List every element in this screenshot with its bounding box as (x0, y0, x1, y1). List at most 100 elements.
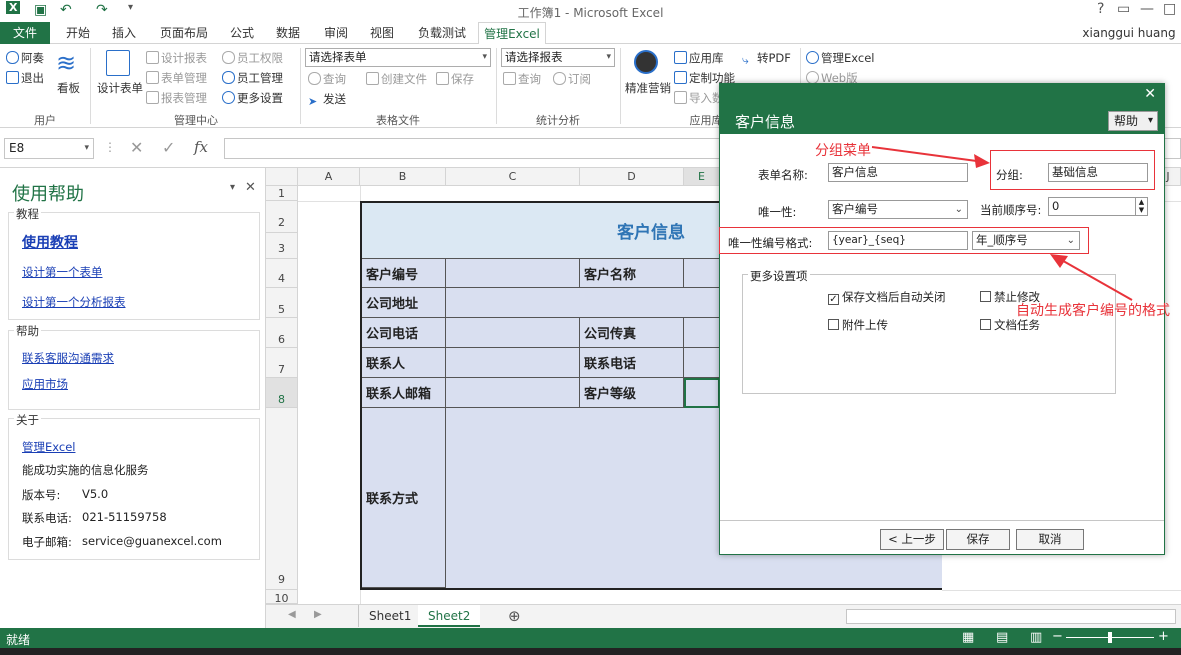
row-header-7[interactable]: 7 (266, 348, 298, 378)
user-account-button[interactable]: 阿奏 (6, 50, 44, 66)
row-header-8[interactable]: 8 (266, 378, 298, 408)
cell-label-cust-name[interactable]: 客户名称 (580, 259, 684, 288)
stats-query-button[interactable]: 查询 (503, 71, 541, 87)
save-file-button[interactable]: 保存 (436, 71, 474, 87)
cell-level-selected[interactable] (684, 378, 720, 408)
sheet-tab-1[interactable]: Sheet1 (358, 605, 423, 627)
tab-home[interactable]: 开始 (58, 22, 98, 44)
report-select[interactable]: 请选择报表 ▾ (501, 48, 615, 67)
checkbox-auto-close[interactable]: ✓ 保存文档后自动关闭 (828, 289, 946, 305)
report-manage-button[interactable]: 报表管理 (146, 90, 207, 106)
employee-manage-button[interactable]: 员工管理 (222, 70, 283, 86)
sheet-tab-2[interactable]: Sheet2 (418, 605, 481, 627)
help-link-market[interactable]: 应用市场 (22, 376, 68, 392)
add-sheet-icon[interactable]: ⊕ (508, 607, 521, 625)
maximize-icon[interactable]: □ (1163, 1, 1176, 17)
wifi-board-icon[interactable]: ≋ (56, 50, 82, 78)
board-button[interactable]: 看板 (57, 80, 80, 96)
import-button[interactable]: 导入数 (674, 90, 724, 106)
cell-label-address[interactable]: 公司地址 (362, 288, 446, 318)
column-header-c[interactable]: C (446, 168, 580, 186)
horizontal-scrollbar[interactable] (846, 609, 1176, 624)
fx-icon[interactable]: fx (194, 138, 208, 156)
manage-excel-button[interactable]: 管理Excel (806, 50, 874, 66)
tab-formulas[interactable]: 公式 (222, 22, 262, 44)
tutorial-link-first-report[interactable]: 设计第一个分析报表 (22, 294, 126, 310)
employee-permission-button[interactable]: 员工权限 (222, 50, 283, 66)
tab-file[interactable]: 文件 (0, 22, 50, 44)
create-file-button[interactable]: 创建文件 (366, 71, 427, 87)
subscribe-button[interactable]: 订阅 (553, 71, 591, 87)
dialog-help-button[interactable]: 帮助 ▾ (1108, 111, 1158, 131)
confirm-entry-icon[interactable]: ✓ (162, 138, 175, 157)
cell-label-fax[interactable]: 公司传真 (580, 318, 684, 348)
sheet-prev-icon[interactable]: ◀ (288, 609, 296, 620)
tutorial-main-link[interactable]: 使用教程 (22, 232, 78, 252)
ribbon-display-icon[interactable]: ▭ (1117, 1, 1130, 17)
user-name[interactable]: xianggui huang (1080, 22, 1178, 44)
prev-step-button[interactable]: < 上一步 (880, 529, 944, 550)
row-header-3[interactable]: 3 (266, 233, 298, 259)
cell-contact[interactable] (446, 348, 580, 378)
select-all-corner[interactable] (266, 168, 298, 186)
tab-view[interactable]: 视图 (362, 22, 402, 44)
app-library-button[interactable]: 应用库 (674, 50, 724, 66)
tab-manage-excel[interactable]: 管理Excel (478, 22, 546, 45)
row-header-5[interactable]: 5 (266, 288, 298, 318)
about-link-excel[interactable]: 管理Excel (22, 439, 75, 455)
cell-label-contact-method[interactable]: 联系方式 (362, 408, 446, 588)
save-button[interactable]: 保存 (946, 529, 1010, 550)
column-header-b[interactable]: B (360, 168, 446, 186)
row-header-10[interactable]: 10 (266, 590, 298, 604)
cell-label-contact-phone[interactable]: 联系电话 (580, 348, 684, 378)
cell-label-contact[interactable]: 联系人 (362, 348, 446, 378)
help-link-contact[interactable]: 联系客服沟通需求 (22, 350, 114, 366)
column-header-a[interactable]: A (298, 168, 360, 186)
row-header-9[interactable]: 9 (266, 408, 298, 590)
name-box[interactable]: E8 ▾ (4, 138, 94, 159)
zoom-out-icon[interactable]: − (1052, 629, 1063, 644)
cell-cust-no[interactable] (446, 259, 580, 288)
tab-page-layout[interactable]: 页面布局 (152, 22, 216, 44)
row-header-6[interactable]: 6 (266, 318, 298, 348)
send-button[interactable]: ➤ 发送 (308, 91, 346, 108)
cancel-button[interactable]: 取消 (1016, 529, 1084, 550)
seq-spinner-icon[interactable]: ▲ ▼ (1135, 198, 1147, 215)
cell-label-phone[interactable]: 公司电话 (362, 318, 446, 348)
design-form-button[interactable]: 设计表单 (97, 80, 143, 96)
to-pdf-button[interactable]: ⤷ 转PDF (742, 50, 791, 67)
more-settings-button[interactable]: 更多设置 (222, 90, 283, 106)
column-header-d[interactable]: D (580, 168, 684, 186)
row-header-1[interactable]: 1 (266, 186, 298, 201)
close-icon[interactable]: ✕ (1144, 86, 1156, 102)
page-break-view-icon[interactable]: ▥ (1030, 630, 1042, 645)
help-question-icon[interactable]: ? (1097, 1, 1104, 17)
sheet-next-icon[interactable]: ▶ (314, 609, 322, 620)
form-select[interactable]: 请选择表单 ▾ (305, 48, 491, 67)
cell-email[interactable] (446, 378, 580, 408)
checkbox-attachment[interactable]: 附件上传 (828, 317, 888, 333)
row-header-4[interactable]: 4 (266, 259, 298, 288)
minimize-icon[interactable]: — (1140, 1, 1154, 17)
zoom-slider-handle[interactable] (1108, 632, 1112, 643)
tab-load-test[interactable]: 负载测试 (410, 22, 474, 44)
column-header-e[interactable]: E (684, 168, 720, 186)
close-icon[interactable]: ✕ (245, 180, 256, 195)
zoom-in-icon[interactable]: + (1158, 629, 1169, 644)
form-manage-button[interactable]: 表单管理 (146, 70, 207, 86)
current-seq-input[interactable]: 0 ▲ ▼ (1048, 197, 1148, 216)
precision-marketing-icon[interactable] (634, 50, 658, 74)
cell-label-email[interactable]: 联系人邮箱 (362, 378, 446, 408)
cell-label-cust-no[interactable]: 客户编号 (362, 259, 446, 288)
cell-phone[interactable] (446, 318, 580, 348)
cancel-entry-icon[interactable]: ✕ (130, 138, 143, 157)
tab-insert[interactable]: 插入 (104, 22, 144, 44)
tab-review[interactable]: 审阅 (316, 22, 356, 44)
precision-marketing-button[interactable]: 精准营销 (625, 80, 671, 96)
query-button[interactable]: 查询 (308, 71, 346, 87)
tutorial-link-first-form[interactable]: 设计第一个表单 (22, 264, 103, 280)
cell-label-level[interactable]: 客户等级 (580, 378, 684, 408)
pane-options-icon[interactable]: ▾ (230, 182, 235, 193)
unique-select[interactable]: 客户编号 ⌄ (828, 200, 968, 219)
design-form-icon[interactable] (106, 50, 130, 76)
